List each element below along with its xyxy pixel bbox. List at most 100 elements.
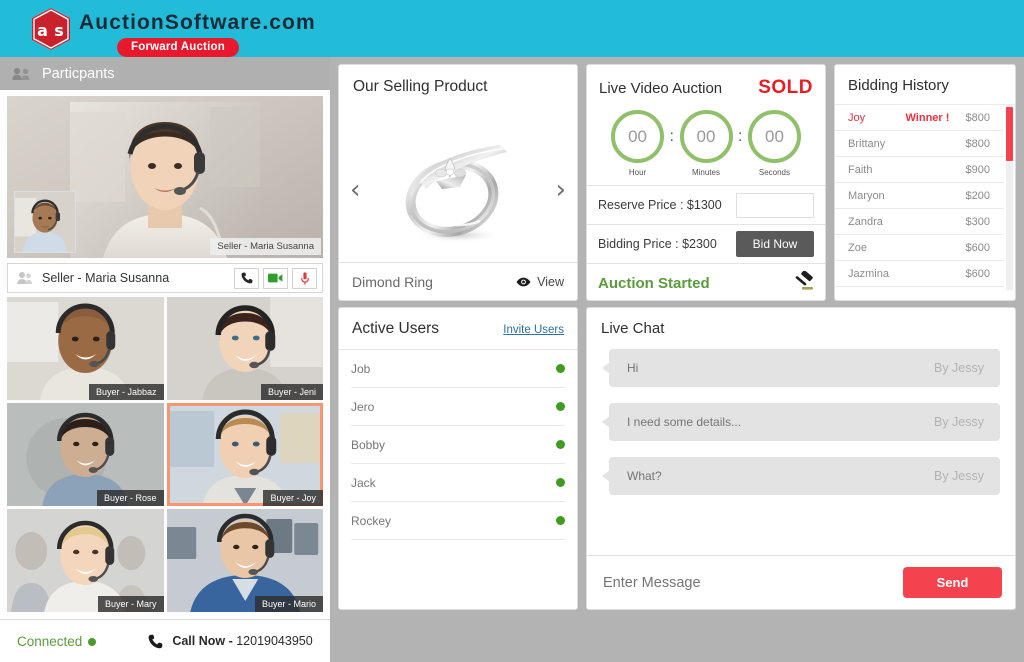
reserve-price-input[interactable] [736,192,814,218]
participant-thumbnail[interactable]: Buyer - Mary [7,509,164,612]
chat-message-list: Hi By Jessy I need some details... By Je… [587,337,1015,495]
product-title: Our Selling Product [353,78,488,95]
active-user-row[interactable]: Job [351,350,565,388]
bidder-name: Maryon [848,189,885,202]
bidding-history-card: Bidding History Joy Winner ! $800 Britta… [834,64,1016,301]
online-indicator [556,440,565,449]
main-video-tile[interactable]: Seller - Maria Susanna [7,96,323,258]
chat-message-input[interactable] [600,574,903,591]
timer-minutes-label: Minutes [691,168,720,177]
product-image-stage: ‹ › [339,107,577,272]
bidding-history-row: Joy Winner ! $800 [835,105,1004,131]
bid-amount: $800 [965,137,990,150]
chat-message-text: What? [627,469,662,483]
thumbnail-label: Buyer - Mario [254,596,323,612]
active-user-row[interactable]: Jack [351,464,565,502]
online-indicator [556,402,565,411]
chevron-left-icon[interactable]: ‹ [350,177,360,203]
bidder-name: Zoe [848,241,867,254]
timer-seconds-label: Seconds [758,168,791,177]
bidding-history-list[interactable]: Joy Winner ! $800 Brittany $800 Faith $9… [835,104,1015,290]
thumbnail-label: Buyer - Jabbaz [88,384,164,400]
bidding-history-row: Jazmina $600 [835,261,1004,287]
invite-users-link[interactable]: Invite Users [503,324,564,336]
chat-message-text: Hi [627,361,639,375]
active-user-row[interactable]: Bobby [351,426,565,464]
chat-message-text: I need some details... [627,415,742,429]
bid-amount: $200 [965,189,990,202]
main-video-label: Seller - Maria Susanna [210,238,321,255]
timer-hour-value: 00 [611,110,665,163]
bidding-history-row: Joe $400 [835,287,1004,290]
live-auction-header: Live Video Auction SOLD [587,65,825,99]
scrollbar-thumb[interactable] [1006,107,1013,161]
video-camera-button[interactable] [263,267,288,289]
bidding-price-label: Bidding Price : $2300 [598,237,717,251]
connection-status: Connected [17,633,97,649]
phone-icon [148,634,163,649]
bidding-history-title: Bidding History [848,77,949,94]
sold-badge: SOLD [758,77,813,98]
active-user-name: Job [351,361,371,376]
timer-hour: 00 Hour [607,110,669,177]
bid-amount: $900 [965,163,990,176]
online-indicator [556,516,565,525]
online-indicator [556,478,565,487]
connection-status-label: Connected [17,633,83,649]
app-root: a s AuctionSoftware.com Forward Auction … [0,0,1024,662]
active-users-list: Job Jero Bobby Jack Rockey [339,350,577,540]
participants-group-icon [12,67,31,81]
participant-thumbnail[interactable]: Buyer - Jabbaz [7,297,164,400]
svg-text:a: a [37,21,48,40]
bidder-name: Faith [848,163,873,176]
brand-badge: Forward Auction [117,38,239,57]
participants-header: Particpants [0,57,330,90]
product-name: Dimond Ring [352,273,433,290]
chat-message-author: By Jessy [933,469,984,483]
participant-thumbnail-selected[interactable]: Buyer - Joy [166,403,323,506]
live-chat-card: Live Chat Hi By Jessy I need some detail… [586,307,1016,610]
active-user-row[interactable]: Rockey [351,502,565,540]
bidding-history-row: Brittany $800 [835,131,1004,157]
online-indicator [556,364,565,373]
chevron-right-icon[interactable]: › [556,177,566,203]
participant-thumbnail[interactable]: Buyer - Rose [7,403,164,506]
bid-amount: $600 [965,241,990,254]
reserve-price-row: Reserve Price : $1300 [587,185,825,224]
svg-text:s: s [54,21,64,40]
call-now-text: Call Now - [172,634,237,648]
app-header: a s AuctionSoftware.com Forward Auction [0,0,1024,57]
eye-icon [516,277,531,287]
send-message-button[interactable]: Send [903,567,1002,598]
chat-message-author: By Jessy [933,415,984,429]
bid-amount: $300 [965,215,990,228]
diamond-ring-image [405,144,507,243]
phone-call-button[interactable] [234,267,259,289]
active-users-header: Active Users Invite Users [339,308,577,350]
participant-thumbnail[interactable]: Buyer - Mario [166,509,323,612]
active-users-card: Active Users Invite Users Job Jero Bobby… [338,307,578,610]
thumbnail-label: Buyer - Mary [97,596,164,612]
call-now-action[interactable]: Call Now - 12019043950 [148,634,313,649]
microphone-button[interactable] [292,267,317,289]
chat-composer: Send [587,555,1015,609]
participant-thumbnail-grid: Buyer - Jabbaz Buyer - Jeni Buyer - Rose… [7,297,323,612]
brand-logo[interactable]: a s AuctionSoftware.com Forward Auction [30,7,316,57]
active-users-title: Active Users [352,320,439,337]
status-dot [88,637,97,646]
bid-now-button[interactable]: Bid Now [736,231,814,257]
self-view-thumbnail[interactable] [14,191,76,253]
view-product-button[interactable]: View [516,275,564,289]
bid-amount: $600 [965,267,990,280]
reserve-price-label: Reserve Price : $1300 [598,198,722,212]
participant-thumbnail[interactable]: Buyer - Jeni [166,297,323,400]
sidebar-footer: Connected Call Now - 12019043950 [0,619,330,662]
chat-message: Hi By Jessy [602,349,1000,387]
active-user-name: Rockey [351,513,392,528]
bid-amount: $800 [965,111,990,124]
active-user-name: Jero [351,399,375,414]
bidding-price-row: Bidding Price : $2300 Bid Now [587,224,825,263]
selling-product-card: Our Selling Product ‹ › Dimond Ring View [338,64,578,301]
timer-seconds-value: 00 [747,110,801,163]
active-user-row[interactable]: Jero [351,388,565,426]
